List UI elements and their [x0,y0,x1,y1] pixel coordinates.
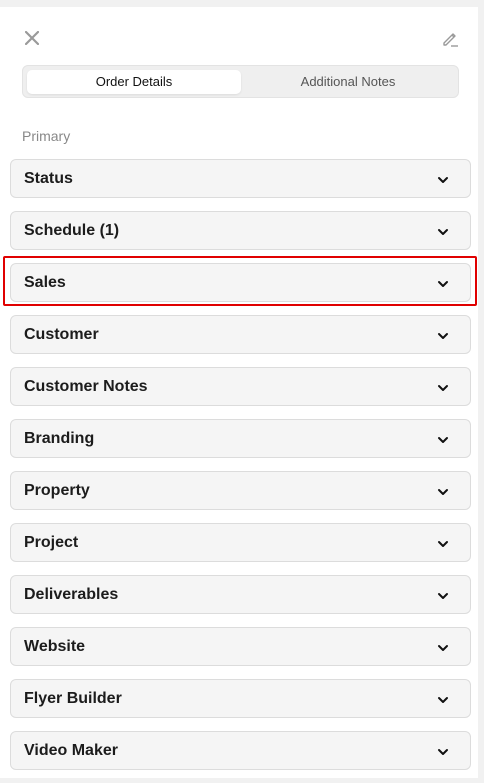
accordion-item-sales[interactable]: Sales [10,263,471,302]
accordion-label: Property [24,482,90,499]
chevron-down-icon [438,697,448,703]
accordion-list: Status Schedule (1) Sales Customer Custo… [10,159,471,783]
chevron-down-icon [438,749,448,755]
accordion-label: Project [24,534,79,551]
accordion-item-schedule[interactable]: Schedule (1) [10,211,471,250]
accordion-item-video-maker[interactable]: Video Maker [10,731,471,770]
accordion-label: Status [24,170,73,187]
chevron-down-icon [438,541,448,547]
chevron-down-icon [438,385,448,391]
accordion-label: Schedule (1) [24,222,120,239]
chevron-down-icon [438,437,448,443]
accordion-label: Sales [24,274,66,291]
chevron-down-icon [438,593,448,599]
edit-pencil-icon [443,33,458,47]
chevron-down-icon [438,645,448,651]
close-icon [25,31,39,45]
accordion-item-deliverables[interactable]: Deliverables [10,575,471,614]
accordion-item-project[interactable]: Project [10,523,471,562]
chevron-down-icon [438,489,448,495]
accordion-label: Branding [24,430,95,447]
chevron-down-icon [438,281,448,287]
chevron-down-icon [438,333,448,339]
tab-additional-notes[interactable]: Additional Notes [241,70,455,94]
accordion-label: Deliverables [24,586,119,603]
accordion-label: Customer [24,326,99,343]
accordion-item-status[interactable]: Status [10,159,471,198]
accordion-item-website[interactable]: Website [10,627,471,666]
accordion-item-customer-notes[interactable]: Customer Notes [10,367,471,406]
accordion-item-branding[interactable]: Branding [10,419,471,458]
accordion-item-customer[interactable]: Customer [10,315,471,354]
accordion-item-property[interactable]: Property [10,471,471,510]
close-button[interactable] [22,28,42,48]
scrollbar[interactable] [478,0,484,778]
edit-button[interactable] [439,28,461,50]
section-label-primary: Primary [22,128,71,144]
accordion-item-flyer-builder[interactable]: Flyer Builder [10,679,471,718]
accordion-label: Customer Notes [24,378,148,395]
chevron-down-icon [438,229,448,235]
tab-bar: Order Details Additional Notes [22,65,459,98]
tab-order-details[interactable]: Order Details [27,70,241,94]
accordion-label: Flyer Builder [24,690,122,707]
accordion-label: Video Maker [24,742,118,759]
accordion-label: Website [24,638,86,655]
chevron-down-icon [438,177,448,183]
